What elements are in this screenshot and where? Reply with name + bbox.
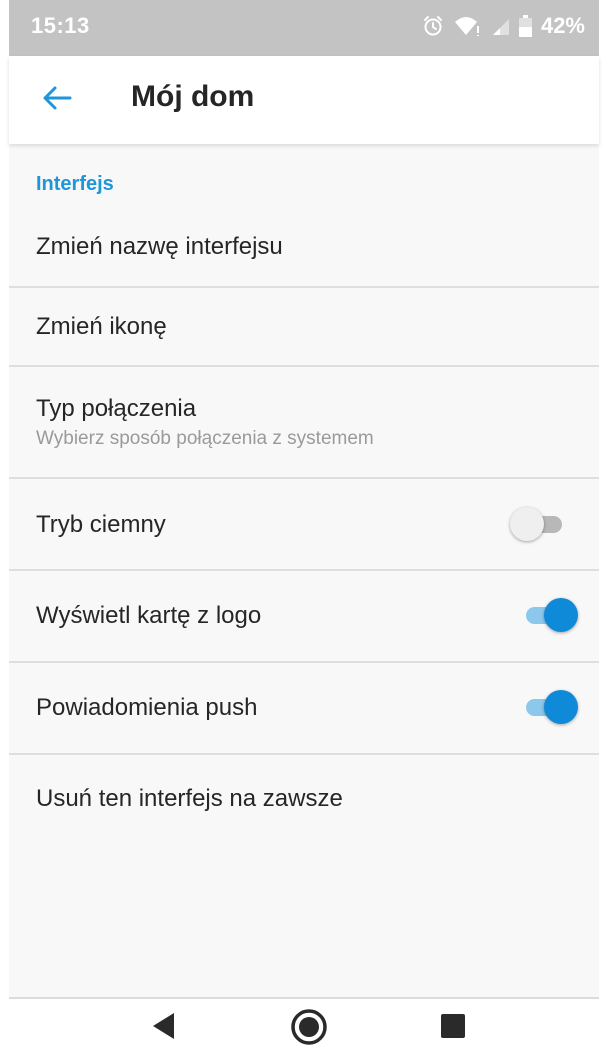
row-subtitle: Wybierz sposób połączenia z systemem — [36, 428, 374, 449]
recents-square-icon[interactable] — [440, 1013, 466, 1044]
row-title: Usuń ten interfejs na zawsze — [36, 785, 343, 812]
battery-icon — [518, 15, 532, 37]
section-header: Interfejs — [36, 173, 114, 195]
toggle-thumb — [510, 507, 544, 541]
status-bar: 15:13 42% — [9, 0, 599, 56]
push-notifications-toggle[interactable] — [522, 690, 578, 724]
signal-icon — [492, 16, 510, 36]
battery-percent: 42% — [540, 13, 585, 38]
app-bar: Mój dom — [9, 56, 599, 144]
connection-type-row[interactable]: Typ połączenia Wybierz sposób połączenia… — [9, 367, 599, 479]
wifi-icon — [453, 15, 483, 37]
show-logo-card-toggle[interactable] — [522, 598, 578, 632]
back-button[interactable] — [35, 78, 79, 122]
dark-mode-toggle[interactable] — [510, 507, 566, 541]
show-logo-card-row[interactable]: Wyświetl kartę z logo — [9, 571, 599, 663]
arrow-left-icon — [42, 85, 72, 116]
status-time: 15:13 — [31, 13, 90, 38]
row-title: Powiadomienia push — [36, 694, 258, 721]
page-title: Mój dom — [131, 80, 255, 113]
push-notifications-row[interactable]: Powiadomienia push — [9, 663, 599, 755]
dark-mode-row[interactable]: Tryb ciemny — [9, 479, 599, 571]
row-title: Typ połączenia — [36, 395, 197, 422]
change-icon-row[interactable]: Zmień ikonę — [9, 288, 599, 367]
alarm-icon — [422, 15, 444, 37]
delete-interface-row[interactable]: Usuń ten interfejs na zawsze — [9, 755, 599, 841]
row-title: Zmień ikonę — [36, 313, 167, 340]
rename-interface-row[interactable]: Zmień nazwę interfejsu — [9, 212, 599, 288]
screen: 15:13 42% Mój dom Interfejs Zmień nazwę … — [9, 0, 599, 1053]
row-title: Tryb ciemny — [36, 511, 166, 538]
row-title: Zmień nazwę interfejsu — [36, 233, 283, 260]
status-icons: 42% — [422, 11, 585, 41]
home-circle-icon[interactable] — [289, 1007, 329, 1052]
toggle-thumb — [544, 690, 578, 724]
navigation-bar — [9, 997, 599, 1053]
back-triangle-icon[interactable] — [150, 1011, 176, 1046]
row-title: Wyświetl kartę z logo — [36, 602, 262, 629]
toggle-thumb — [544, 598, 578, 632]
